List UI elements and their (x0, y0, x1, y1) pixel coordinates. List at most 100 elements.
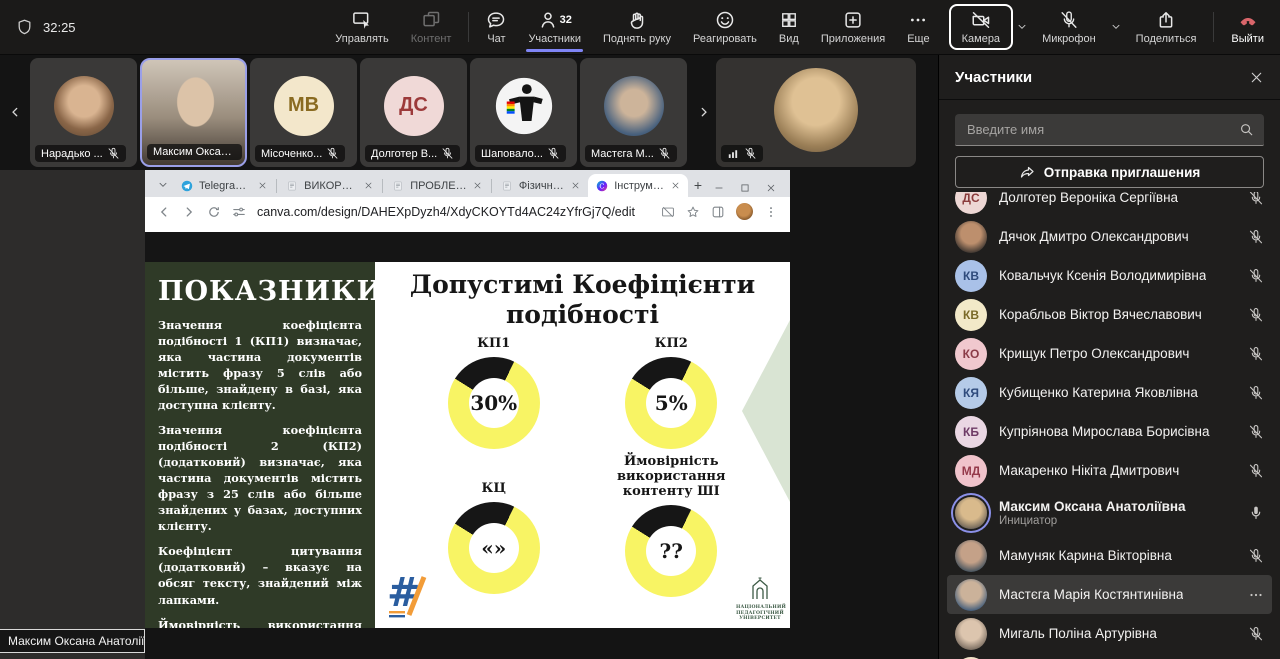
initials-avatar: МД (955, 455, 987, 487)
participant-row[interactable]: Дячок Дмитро Олександрович (947, 217, 1272, 256)
content-button[interactable]: Контент (400, 0, 463, 54)
strip-scroll-right[interactable] (690, 58, 716, 167)
search-input[interactable] (965, 121, 1239, 138)
tile-participant-name: Нарадько ... (41, 148, 103, 160)
participant-actions[interactable] (1248, 626, 1264, 642)
muted-mic-icon (1248, 463, 1264, 479)
stage-background (0, 170, 145, 659)
close-panel-icon[interactable] (1249, 70, 1264, 85)
participant-actions[interactable] (1248, 268, 1264, 284)
raise-hand-button[interactable]: Поднять руку (592, 0, 682, 54)
muted-mic-icon (1248, 268, 1264, 284)
participant-row[interactable]: КЯ Кубищенко Катерина Яковлівна (947, 373, 1272, 412)
university-emblem-icon (750, 577, 770, 601)
muted-mic-icon (107, 147, 120, 160)
donut-ring: 30% (448, 357, 540, 449)
react-button[interactable]: Реагировать (682, 0, 768, 54)
participant-actions[interactable] (1248, 505, 1264, 521)
meeting-timer: 32:25 (43, 20, 76, 35)
video-tile[interactable]: Максим Оксан... (140, 58, 247, 167)
slide-paragraph: Значення коефіцієнта подібності 1 (КП1) … (158, 317, 362, 413)
tab-favicon-icon (286, 180, 298, 192)
video-tile[interactable]: ДСДолготер В... (360, 58, 467, 167)
participant-name: Мастєга Марія Костянтинівна (999, 587, 1183, 602)
shield-icon (16, 19, 33, 36)
raise-hand-icon (627, 10, 647, 30)
participant-name: Корабльов Віктор Вячеславович (999, 307, 1202, 322)
share-up-icon (1156, 10, 1176, 30)
participant-actions[interactable] (1248, 307, 1264, 323)
participant-name: Кубищенко Катерина Яковлівна (999, 385, 1198, 400)
camera-button[interactable]: Камера (951, 10, 1011, 45)
react-icon (715, 10, 735, 30)
participant-name: Мигаль Поліна Артурівна (999, 626, 1157, 641)
close-window-icon (766, 183, 776, 193)
slide-paragraphs: Значення коефіцієнта подібності 1 (КП1) … (158, 317, 362, 628)
chat-button[interactable]: Чат (475, 0, 517, 54)
participant-search[interactable] (955, 114, 1264, 146)
participant-row[interactable]: КВКовальчук Ксенія Володимирівна (947, 256, 1272, 295)
profile-avatar (604, 76, 664, 136)
participant-row[interactable]: МД Макаренко Нікіта Дмитрович (947, 451, 1272, 490)
leave-button[interactable]: Выйти (1220, 0, 1280, 54)
presenter-video-tile[interactable] (716, 58, 916, 167)
strip-scroll-left[interactable] (0, 58, 30, 167)
muted-mic-icon (326, 147, 339, 160)
participant-name: Долготер Вероніка Сергіївна (999, 192, 1178, 205)
muted-mic-icon (744, 147, 757, 160)
participants-panel: Участники Отправка приглашения ДСДолготе… (938, 55, 1280, 659)
url-text: canva.com/design/DAHEXpDyzh4/XdyCKOYTd4A… (257, 205, 650, 219)
participant-actions[interactable] (1248, 587, 1264, 603)
participant-name-block: Макаренко Нікіта Дмитрович (999, 463, 1179, 478)
video-tile[interactable]: Шаповало... (470, 58, 577, 167)
mic-options-chevron[interactable] (1107, 0, 1125, 54)
participant-actions[interactable] (1248, 192, 1264, 206)
participant-actions[interactable] (1248, 463, 1264, 479)
video-tile[interactable]: Мастєга М... (580, 58, 687, 167)
initials-avatar: КЯ (955, 377, 987, 409)
view-icon (779, 10, 799, 30)
tile-name-badge: Місоченко... (255, 145, 345, 162)
participant-actions[interactable] (1248, 346, 1264, 362)
participant-actions[interactable] (1248, 548, 1264, 564)
canva-editor-band (145, 232, 790, 262)
participant-row[interactable]: ДСДолготер Вероніка Сергіївна (947, 192, 1272, 217)
chev-left-icon (9, 106, 22, 119)
participant-name-block: Мигаль Поліна Артурівна (999, 626, 1157, 641)
participant-row[interactable]: КОКрищук Петро Олександрович (947, 334, 1272, 373)
donut-chart: КП25% (583, 336, 761, 449)
muted-mic-icon (1248, 307, 1264, 323)
apps-button[interactable]: Приложения (810, 0, 896, 54)
participant-row[interactable]: Мамуняк Карина Вікторівна (947, 536, 1272, 575)
donut-ring: ?? (625, 505, 717, 597)
participant-row-partial[interactable] (947, 653, 1272, 659)
participant-row[interactable]: Мигаль Поліна Артурівна (947, 614, 1272, 653)
participant-row[interactable]: Максим Оксана АнатоліївнаИнициатор (947, 490, 1272, 536)
participant-actions[interactable] (1248, 229, 1264, 245)
participant-actions[interactable] (1248, 424, 1264, 440)
send-invite-button[interactable]: Отправка приглашения (955, 156, 1264, 188)
muted-mic-icon (1248, 229, 1264, 245)
video-tile[interactable]: Нарадько ... (30, 58, 137, 167)
slide-paragraph: Значення коефіцієнта подібності 2 (КП2) … (158, 422, 362, 534)
participant-row[interactable]: КВКорабльов Віктор Вячеславович (947, 295, 1272, 334)
manage-button[interactable]: Управлять (324, 0, 399, 54)
more-button[interactable]: Еще (896, 0, 940, 54)
mic-button[interactable]: Микрофон (1031, 0, 1107, 54)
tile-participant-name: Місоченко... (261, 148, 322, 160)
browser-tab: Фізична пі (493, 174, 588, 197)
participants-button[interactable]: 32Участники (517, 0, 592, 54)
participant-actions[interactable] (1248, 385, 1264, 401)
tab-favicon-icon (181, 180, 193, 192)
participant-name-block: Максим Оксана АнатоліївнаИнициатор (999, 499, 1186, 527)
participant-row[interactable]: Мастєга Марія Костянтинівна (947, 575, 1272, 614)
camera-options-chevron[interactable] (1013, 0, 1031, 54)
view-button[interactable]: Вид (768, 0, 810, 54)
muted-mic-icon (1248, 385, 1264, 401)
video-tile[interactable]: МВМісоченко... (250, 58, 357, 167)
tab-title: Інструмент (614, 180, 665, 192)
participant-row[interactable]: КБКупріянова Мирослава Борисівна (947, 412, 1272, 451)
share-button[interactable]: Поделиться (1125, 0, 1208, 54)
participant-name-block: Ковальчук Ксенія Володимирівна (999, 268, 1206, 283)
participants-panel-header: Участники (939, 55, 1280, 100)
